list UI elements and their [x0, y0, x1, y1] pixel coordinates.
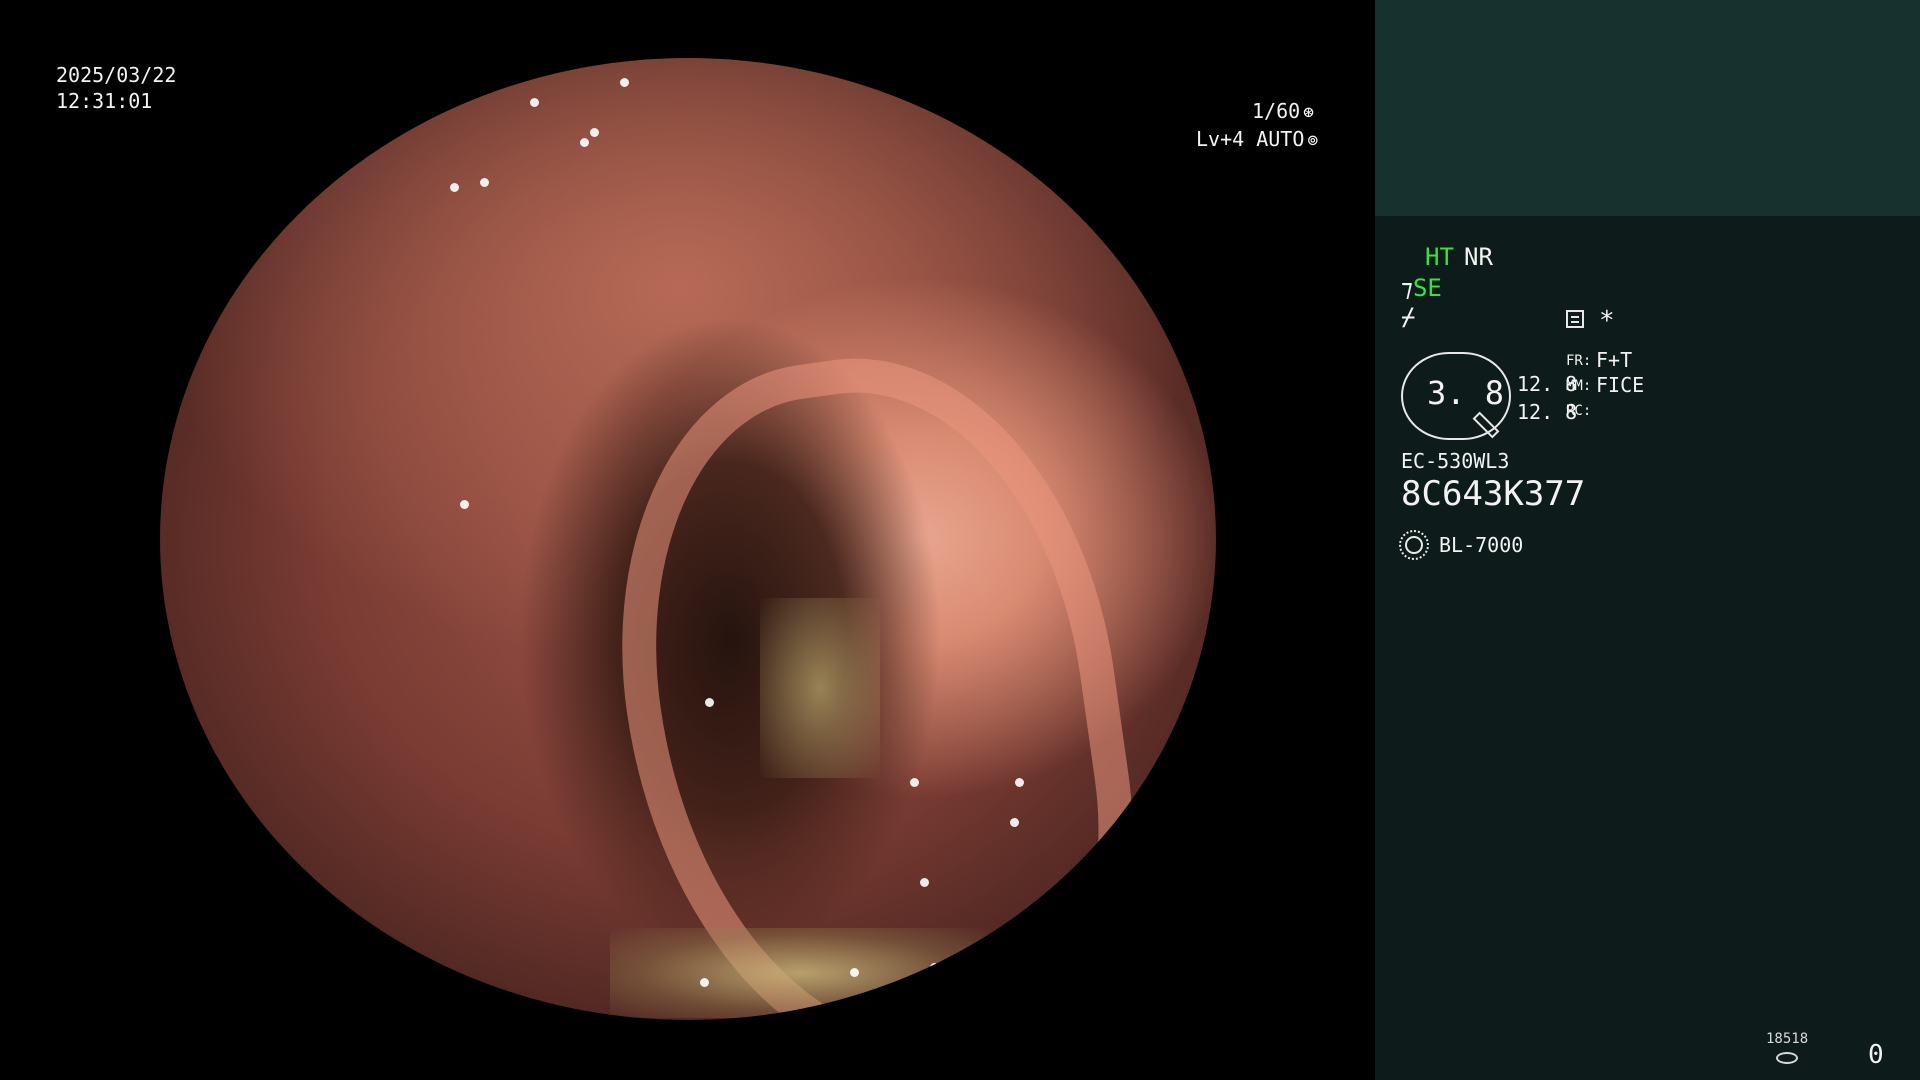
shutter-readout: 1/60 ⊛: [1252, 99, 1314, 123]
light-source: BL-7000: [1439, 533, 1524, 557]
scope-serial: 8C643K377: [1401, 474, 1586, 514]
bubble: [1015, 778, 1024, 787]
zoom-value: 3. 8: [1427, 374, 1505, 412]
bubble: [580, 138, 589, 147]
bubble: [530, 98, 539, 107]
bubble: [910, 778, 919, 787]
flash-icon: ⌿: [1401, 303, 1416, 331]
shutter-icon: ⊛: [1303, 102, 1315, 123]
fr-label: FR:: [1566, 353, 1592, 369]
info-panel: HT NR ⁊SE ⌿ * 3. 8 12. 8 12. 8 FR: F+T M…: [1375, 0, 1920, 1080]
bubble: [620, 78, 629, 87]
bubble: [460, 500, 469, 509]
endoscope-image: [160, 58, 1216, 1020]
info-panel-header: [1375, 0, 1920, 216]
debris: [610, 928, 990, 1018]
shutter-value: 1/60: [1252, 99, 1301, 123]
iris-icon: ⊚: [1307, 130, 1319, 151]
scope-model: EC-530WL3: [1401, 449, 1510, 473]
mm-label: MM:: [1566, 378, 1592, 394]
light-icon: [1399, 530, 1429, 560]
fr-value: F+T: [1596, 348, 1633, 372]
iris-readout: Lv+4 AUTO ⊚: [1196, 127, 1318, 151]
se-indicator: SE: [1412, 274, 1442, 302]
bubble: [1010, 818, 1019, 827]
date-text: 2025/03/22: [56, 63, 177, 87]
rc-label: RC:: [1566, 403, 1592, 419]
bubble: [590, 128, 599, 137]
scope-icon: ⁊: [1401, 274, 1413, 302]
debris: [760, 598, 880, 778]
endoscope-video-area: 2025/03/22 12:31:01 1/60 ⊛ Lv+4 AUTO ⊚: [0, 0, 1375, 1080]
timestamp: 2025/03/22 12:31:01: [56, 62, 176, 114]
se-row: ⁊SE: [1401, 274, 1442, 302]
ht-indicator: HT: [1425, 243, 1454, 271]
bubble: [480, 178, 489, 187]
nr-indicator: NR: [1464, 243, 1493, 271]
bubble: [920, 878, 929, 887]
bubble: [930, 963, 939, 972]
bubble: [705, 698, 714, 707]
disk-icon: [1776, 1052, 1798, 1064]
time-text: 12:31:01: [56, 89, 153, 113]
bubble: [850, 968, 859, 977]
mm-value: FICE: [1596, 373, 1645, 397]
bubble: [450, 183, 459, 192]
memo-icon: [1566, 310, 1584, 328]
iris-value: Lv+4 AUTO: [1196, 127, 1305, 151]
star-icon: *: [1599, 306, 1615, 336]
bubble: [700, 978, 709, 987]
image-counter-label: 18518: [1766, 1031, 1809, 1047]
image-counter-value: 0: [1868, 1040, 1884, 1070]
